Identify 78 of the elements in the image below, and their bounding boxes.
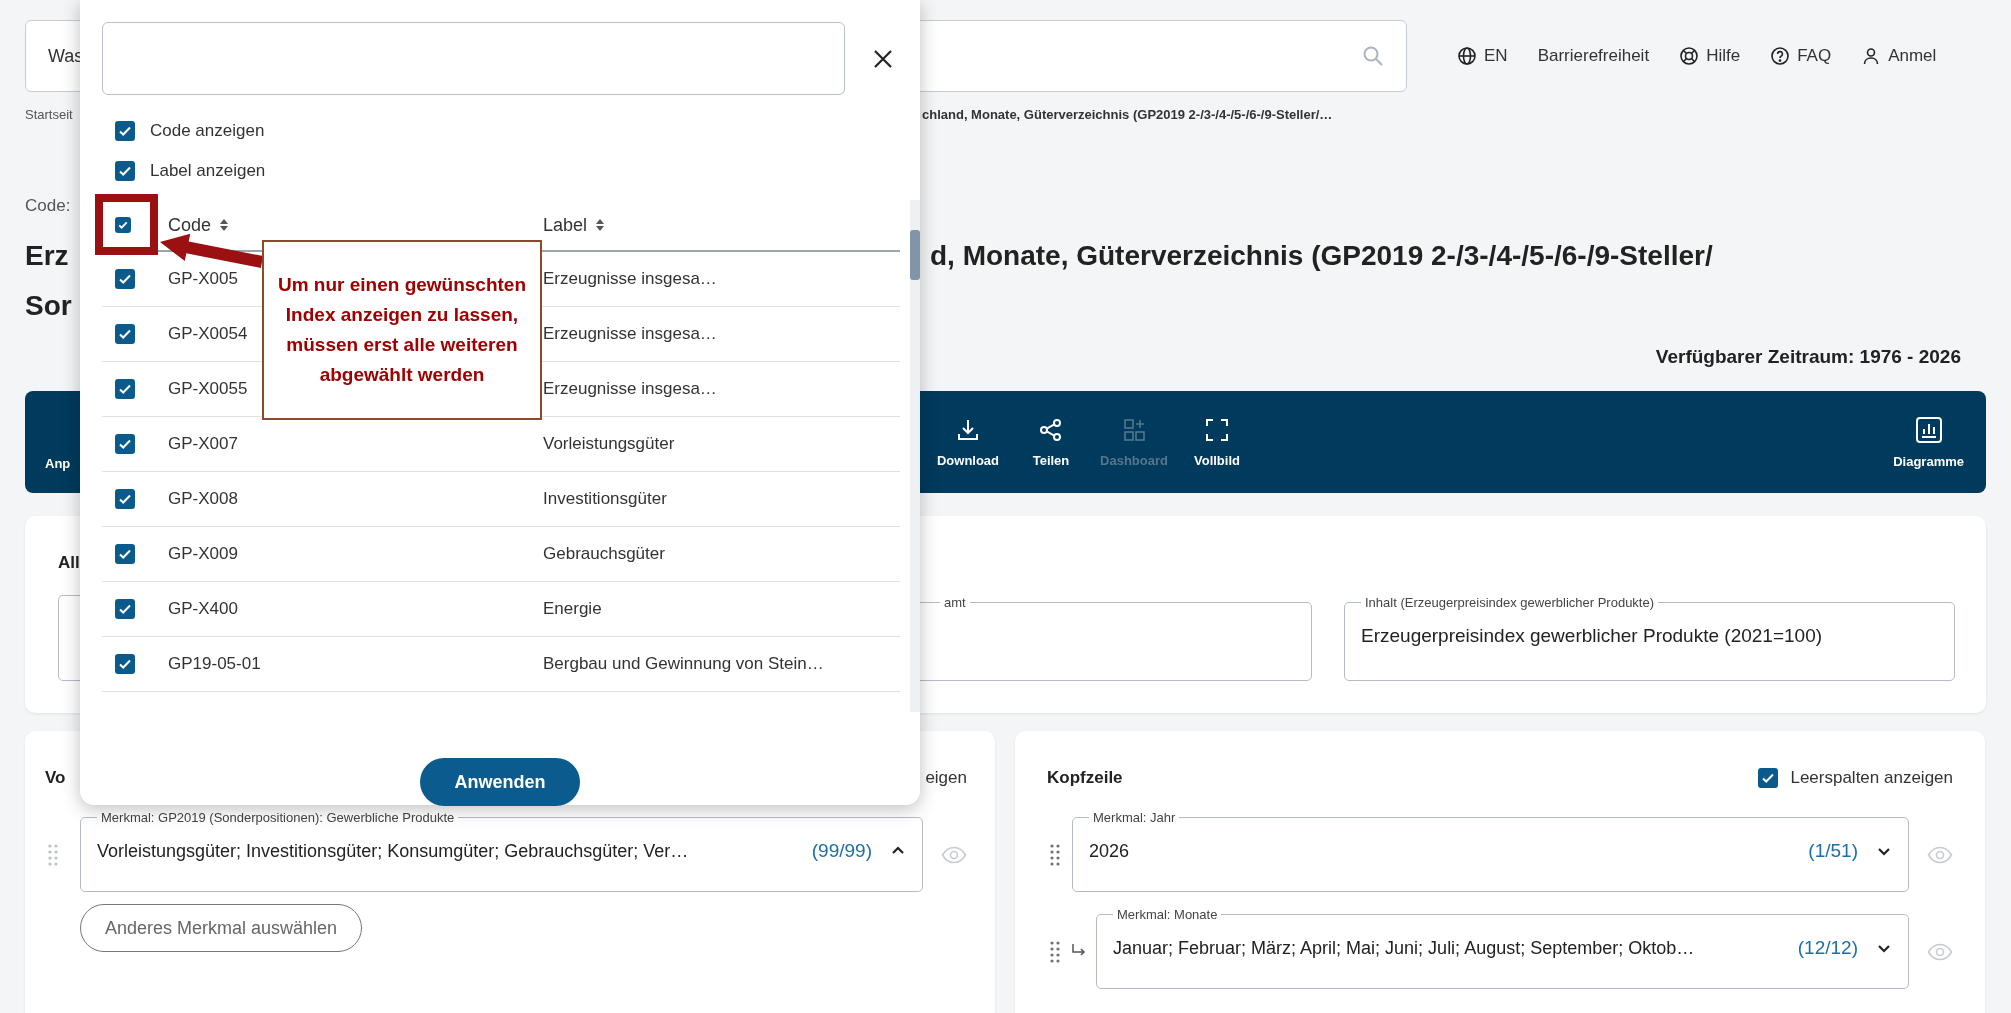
- table-cell: GP-X008: [168, 489, 238, 509]
- checkbox-label: Code anzeigen: [150, 121, 265, 141]
- select-feature-button[interactable]: Anderes Merkmal auswählen: [80, 904, 363, 952]
- page-title: d, Monate, Güterverzeichnis (GP2019 2-/3-/4-/5-/6-/9-Steller/: [930, 239, 1713, 273]
- filter-field[interactable]: Inhalt (Erzeugerpreisindex gewerblicher Produkte) Erzeugerpreisindex gewerblicher Produkte (2021=100): [1344, 595, 1955, 681]
- search-input[interactable]: [102, 22, 845, 95]
- table-cell: Vorleistungsgüter: [543, 434, 675, 454]
- table-cell: Energie: [543, 599, 602, 619]
- toolbar-button[interactable]: Download: [936, 410, 1000, 474]
- checkbox[interactable]: [115, 379, 135, 399]
- column-header[interactable]: Label: [543, 214, 588, 236]
- select-field[interactable]: Merkmal: Jahr 2026 (1/51): [1072, 810, 1909, 892]
- scrollbar[interactable]: [910, 200, 920, 712]
- table-cell: GP-X005: [168, 269, 238, 289]
- checkbox-label: Label anzeigen: [150, 161, 266, 181]
- checkbox[interactable]: [115, 121, 135, 141]
- code-label: Code:: [24, 196, 72, 216]
- nav-link[interactable]: EN: [1457, 46, 1508, 66]
- lifebuoy-icon: [1679, 46, 1700, 66]
- option-label: eigen: [925, 768, 967, 788]
- select-all-checkbox[interactable]: [115, 217, 131, 233]
- breadcrumb-current: chland, Monate, Güterverzeichnis (GP2019 2-/3-/4-/5-/6-/9-Steller/…: [922, 106, 1333, 122]
- page-title: Sor: [25, 289, 72, 323]
- checkbox[interactable]: [1758, 768, 1779, 788]
- close-icon[interactable]: [873, 48, 893, 69]
- globe-icon: [1457, 46, 1477, 66]
- table-cell: GP19-05-01: [168, 654, 261, 674]
- table-cell: GP-X0055: [168, 379, 248, 399]
- drag-handle-icon[interactable]: [47, 843, 59, 867]
- checkbox[interactable]: [115, 161, 135, 181]
- check-icon: [117, 219, 129, 231]
- chart-icon: [1914, 415, 1943, 444]
- toolbar-button[interactable]: Vollbild: [1194, 410, 1240, 474]
- checkbox[interactable]: [115, 434, 135, 454]
- table-cell: Erzeugnisse insgesa…: [543, 324, 717, 344]
- checkbox[interactable]: [115, 324, 135, 344]
- nav-link[interactable]: Anmel: [1861, 46, 1937, 66]
- nav-link[interactable]: Barrierefreiheit: [1537, 46, 1650, 66]
- toolbar-button[interactable]: Diagramme: [1893, 409, 1964, 475]
- table-cell: Erzeugnisse insgesa…: [543, 379, 717, 399]
- table-cell: GP-X007: [168, 434, 238, 454]
- card-title: Vo: [45, 768, 66, 788]
- table-cell: Erzeugnisse insgesa…: [543, 269, 717, 289]
- table-cell: Gebrauchsgüter: [543, 544, 665, 564]
- checkbox[interactable]: [115, 599, 135, 619]
- checkbox-label: Leerspalten anzeigen: [1790, 768, 1953, 788]
- sort-icon[interactable]: [595, 218, 606, 232]
- dashboard-icon: [1121, 416, 1147, 443]
- highlight-frame: [95, 194, 158, 255]
- card-title: Kopfzeile: [1047, 768, 1123, 788]
- toolbar-label[interactable]: Anp: [45, 455, 71, 471]
- table-cell: GP-X009: [168, 544, 238, 564]
- share-icon: [1038, 416, 1064, 443]
- callout-note: Um nur einen gewünschten Index anzeigen zu lassen, müssen erst alle weiteren abgewählt werden: [262, 240, 542, 420]
- nav-link[interactable]: Hilfe: [1679, 46, 1741, 66]
- period-label: Verfügbarer Zeitraum: 1976 - 2026: [1655, 346, 1961, 367]
- fullscreen-icon: [1204, 416, 1230, 443]
- page-title: Erz: [25, 239, 69, 273]
- help-icon: [1770, 46, 1791, 66]
- card-title: All: [58, 552, 80, 574]
- checkbox[interactable]: [115, 654, 135, 674]
- drag-handle-icon[interactable]: [1049, 843, 1061, 867]
- select-field[interactable]: Merkmal: Monate Januar; Februar; März; April; Mai; Juni; Juli; August; September; Oktob… (12/12): [1096, 907, 1909, 989]
- apply-button[interactable]: Anwenden: [420, 758, 580, 806]
- table-cell: Investitionsgüter: [543, 489, 667, 509]
- drag-handle-icon[interactable]: [1049, 940, 1061, 964]
- sort-icon[interactable]: [219, 218, 230, 232]
- checkbox[interactable]: [115, 544, 135, 564]
- toolbar-button[interactable]: Teilen: [1032, 410, 1070, 474]
- breadcrumb-link[interactable]: Startseit: [25, 106, 73, 122]
- checkbox[interactable]: [115, 269, 135, 289]
- select-field[interactable]: Merkmal: GP2019 (Sonderpositionen): Gewerbliche Produkte Vorleistungsgüter; Investitionsgüter; Konsumgüter; Gebrauchsgüter; Ver… (99/99): [80, 810, 923, 892]
- nav-link[interactable]: FAQ: [1770, 46, 1832, 66]
- table-cell: GP-X400: [168, 599, 238, 619]
- column-header[interactable]: Code: [168, 214, 212, 236]
- checkbox[interactable]: [115, 489, 135, 509]
- table-cell: GP-X0054: [168, 324, 248, 344]
- search-icon: [1362, 45, 1384, 67]
